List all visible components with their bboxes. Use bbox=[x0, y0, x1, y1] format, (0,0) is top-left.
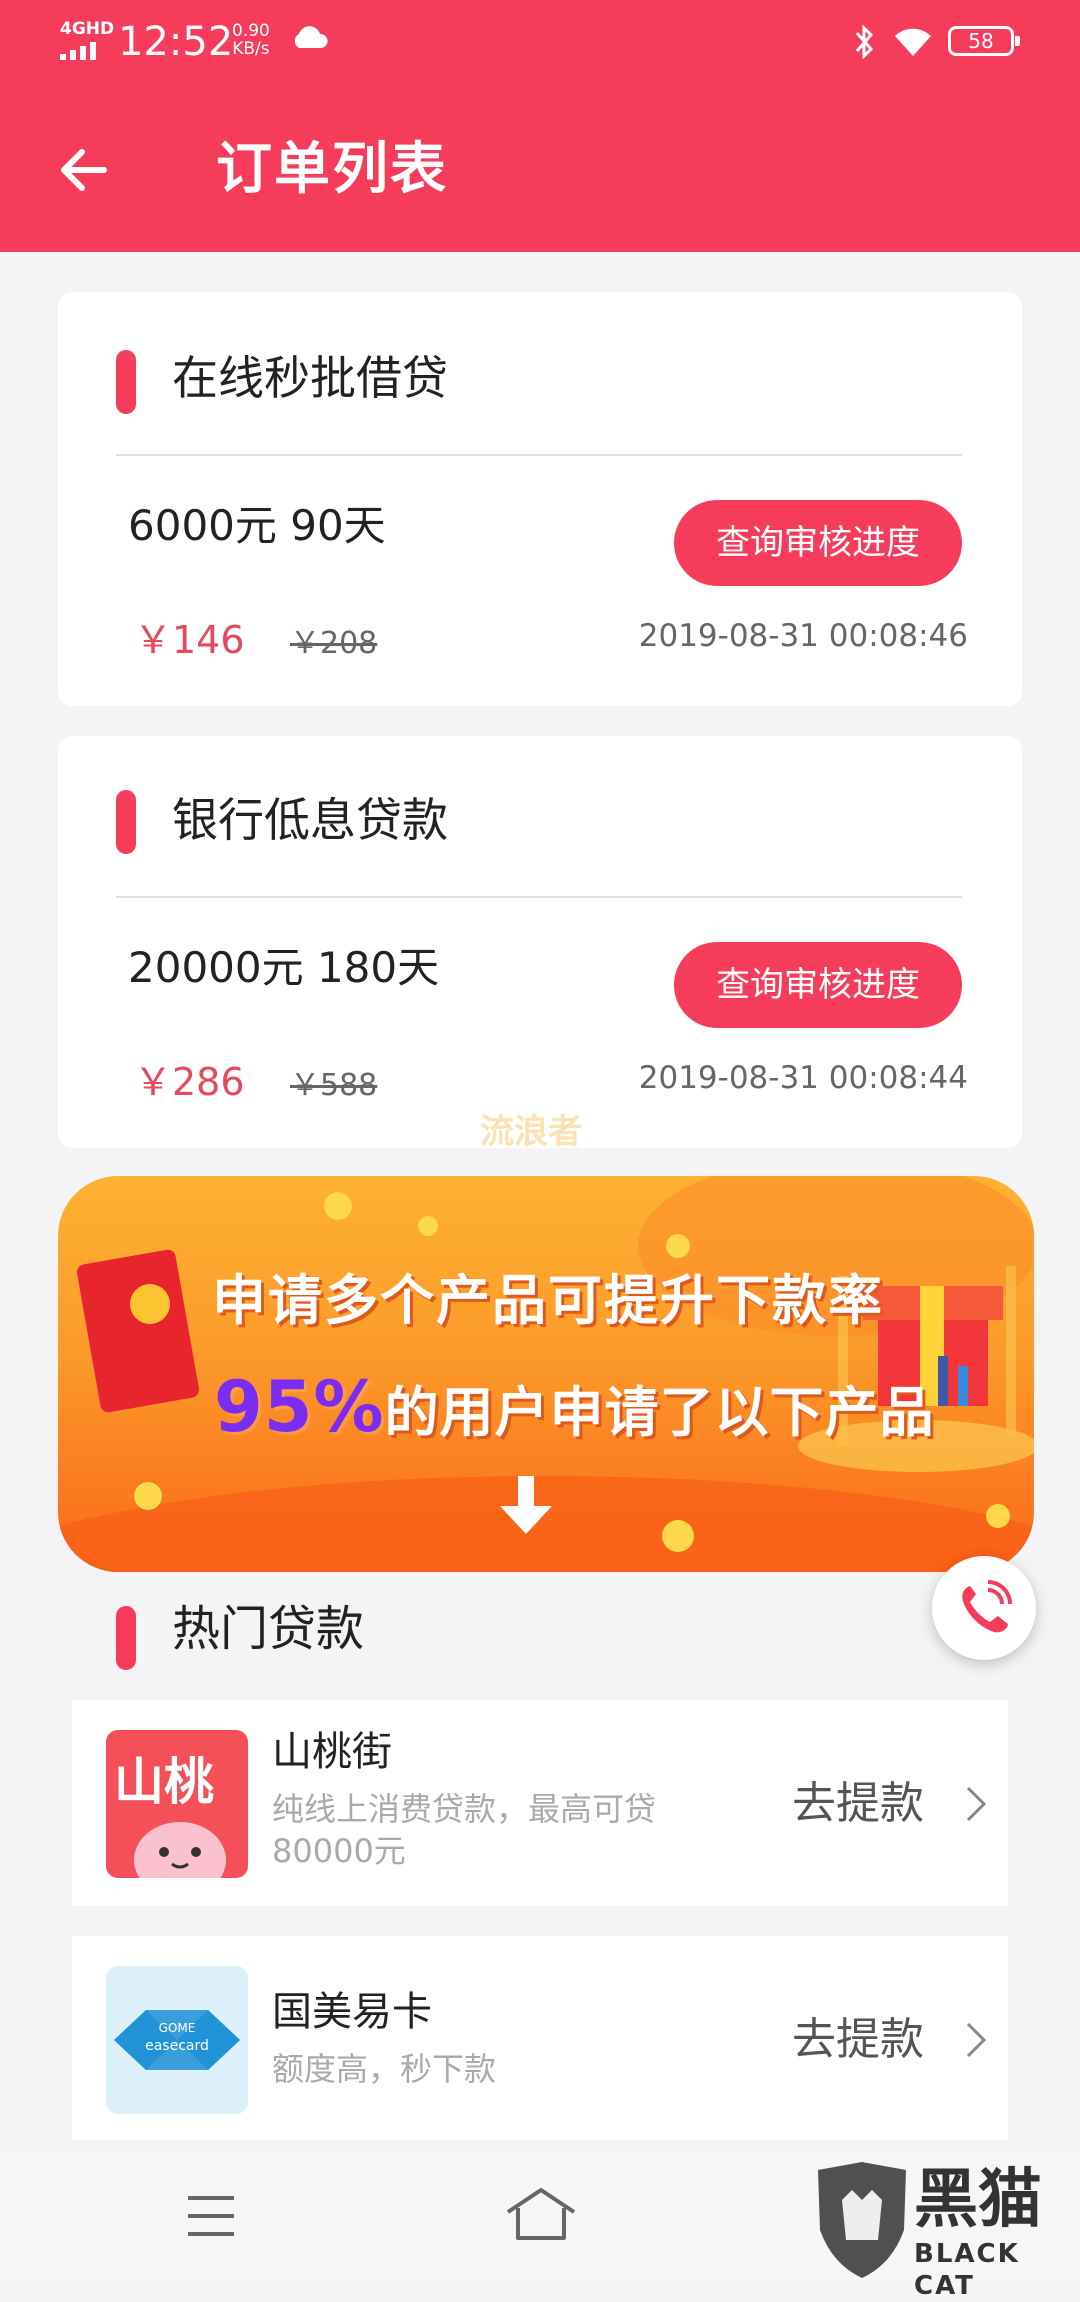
easecard-icon: GOME easecard bbox=[114, 2010, 240, 2070]
order-original-price: ￥208 bbox=[290, 626, 378, 661]
loan-name: 山桃街 bbox=[272, 1729, 392, 1775]
black-cat-logo: 黑猫 BLACK CAT bbox=[812, 2160, 1080, 2301]
divider bbox=[116, 896, 962, 898]
logo-text-cn: 黑猫 bbox=[914, 2163, 1042, 2237]
order-original-price: ￥588 bbox=[290, 1068, 378, 1103]
withdraw-button[interactable]: 去提款 bbox=[792, 2012, 924, 2068]
app-header: 4GHD 12:52 0.90 KB/s 58 订单列表 bbox=[0, 0, 1080, 252]
promo-banner[interactable]: 申请多个产品可提升下款率 95%的用户申请了以下产品 bbox=[58, 1176, 1034, 1572]
banner-percentage: 95% bbox=[214, 1366, 385, 1448]
order-product-name: 银行低息贷款 bbox=[172, 793, 448, 847]
phone-icon bbox=[962, 1580, 1012, 1633]
watermark-text: 流浪者 bbox=[480, 1112, 582, 1152]
order-time: 2019-08-31 00:08:46 bbox=[638, 618, 968, 654]
gome-easecard-logo: GOME easecard bbox=[106, 1966, 248, 2114]
order-time: 2019-08-31 00:08:44 bbox=[638, 1060, 968, 1096]
order-price: ￥146 bbox=[134, 618, 245, 662]
banner-headline: 申请多个产品可提升下款率 bbox=[212, 1269, 884, 1332]
signal-icon bbox=[60, 42, 96, 60]
order-card: 银行低息贷款 20000元 180天 查询审核进度 ￥286 ￥588 2019… bbox=[58, 736, 1022, 1148]
order-amount: 6000元 90天 bbox=[128, 501, 386, 550]
chevron-right-icon bbox=[966, 2022, 987, 2058]
loan-name: 国美易卡 bbox=[272, 1989, 432, 2035]
order-card: 在线秒批借贷 6000元 90天 查询审核进度 ￥146 ￥208 2019-0… bbox=[58, 292, 1022, 706]
home-icon[interactable] bbox=[504, 2186, 578, 2242]
customer-service-button[interactable] bbox=[932, 1556, 1036, 1660]
back-arrow-icon[interactable] bbox=[56, 142, 112, 198]
logo-text: GOME bbox=[159, 2021, 196, 2035]
peach-icon bbox=[134, 1822, 226, 1878]
banner-subline: 95%的用户申请了以下产品 bbox=[214, 1366, 935, 1448]
loan-list-item[interactable]: 山桃 山桃街 纯线上消费贷款，最高可贷80000元 去提款 bbox=[72, 1700, 1008, 1906]
menu-icon[interactable] bbox=[186, 2194, 236, 2238]
check-review-button[interactable]: 查询审核进度 bbox=[674, 942, 962, 1028]
order-amount: 20000元 180天 bbox=[128, 943, 440, 992]
order-product-name: 在线秒批借贷 bbox=[172, 351, 448, 405]
loan-description: 纯线上消费贷款，最高可贷80000元 bbox=[272, 1790, 657, 1870]
section-marker bbox=[116, 790, 136, 854]
check-review-button[interactable]: 查询审核进度 bbox=[674, 500, 962, 586]
bluetooth-icon bbox=[855, 24, 874, 60]
divider bbox=[116, 454, 962, 456]
shantao-logo: 山桃 bbox=[106, 1730, 248, 1878]
chevron-right-icon bbox=[966, 1786, 987, 1822]
wifi-icon bbox=[895, 28, 931, 56]
loan-description: 额度高，秒下款 bbox=[272, 2050, 497, 2088]
network-type: 4GHD bbox=[60, 19, 115, 39]
down-arrow-icon bbox=[500, 1476, 552, 1534]
section-marker bbox=[116, 350, 136, 414]
network-speed: 0.90 KB/s bbox=[232, 21, 270, 59]
loan-list-item[interactable]: GOME easecard 国美易卡 额度高，秒下款 去提款 bbox=[72, 1936, 1008, 2140]
section-marker bbox=[116, 1606, 136, 1670]
order-price: ￥286 bbox=[134, 1060, 245, 1104]
clock: 12:52 bbox=[118, 19, 234, 65]
battery-icon: 58 bbox=[948, 26, 1020, 56]
hot-loans-title: 热门贷款 bbox=[172, 1601, 365, 1657]
logo-text-en: BLACK CAT bbox=[914, 2239, 1020, 2301]
page-title: 订单列表 bbox=[216, 137, 448, 202]
cat-shield-icon bbox=[818, 2162, 906, 2278]
cloud-icon bbox=[294, 26, 328, 48]
status-bar: 4GHD 12:52 0.90 KB/s 58 bbox=[0, 0, 1080, 84]
withdraw-button[interactable]: 去提款 bbox=[792, 1776, 924, 1832]
logo-text: easecard bbox=[145, 2038, 209, 2054]
